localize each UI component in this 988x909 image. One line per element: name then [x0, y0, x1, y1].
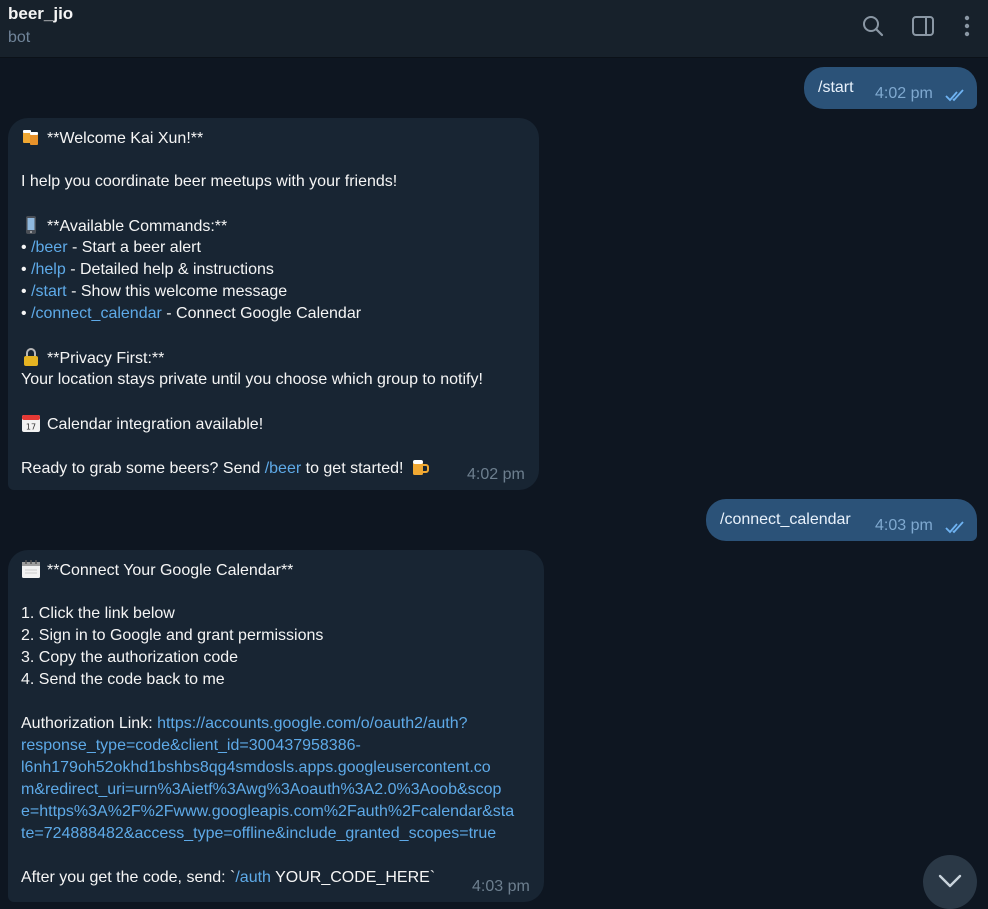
- command-link-beer[interactable]: /beer: [31, 239, 67, 256]
- calendar-text: Calendar integration available!: [47, 416, 264, 433]
- beer-mug-icon: [410, 457, 430, 477]
- step-1: 1. Click the link below: [21, 605, 175, 622]
- sidebar-toggle-icon[interactable]: [911, 14, 935, 38]
- auth-link[interactable]: https://accounts.google.com/o/oauth2/aut…: [157, 715, 467, 732]
- welcome-title: **Welcome Kai Xun!**: [47, 130, 204, 147]
- message-time: 4:02 pm: [467, 466, 525, 483]
- auth-link-line-6[interactable]: te=724888482&access_type=offline&include…: [21, 823, 496, 845]
- beers-icon: [21, 127, 41, 147]
- chevron-down-icon: [938, 874, 962, 888]
- message-time: 4:03 pm: [875, 517, 933, 534]
- message-text: /start: [818, 79, 854, 96]
- chat-subtitle: bot: [8, 29, 31, 46]
- message-time: 4:03 pm: [472, 878, 530, 895]
- outgoing-message-connect-calendar[interactable]: /connect_calendar 4:03 pm: [706, 499, 977, 541]
- command-link-connect-calendar[interactable]: /connect_calendar: [31, 305, 162, 322]
- auth-link-line-5[interactable]: e=https%3A%2F%2Fwww.googleapis.com%2Faut…: [21, 801, 514, 823]
- outgoing-message-start[interactable]: /start 4:02 pm: [804, 67, 977, 109]
- lock-icon: [21, 347, 41, 367]
- step-2: 2. Sign in to Google and grant permissio…: [21, 627, 324, 644]
- privacy-title: **Privacy First:**: [47, 350, 165, 367]
- step-3: 3. Copy the authorization code: [21, 649, 239, 666]
- auth-link-line-4[interactable]: m&redirect_uri=urn%3Aietf%3Awg%3Aoauth%3…: [21, 779, 501, 801]
- command-item-help: • /help - Detailed help & instructions: [21, 261, 274, 278]
- calendar-icon: 17: [21, 413, 41, 433]
- message-list[interactable]: /start 4:02 pm **Welcome Kai Xun!** I he…: [0, 59, 988, 902]
- command-link-start[interactable]: /start: [31, 283, 67, 300]
- command-item-connect-calendar: • /connect_calendar - Connect Google Cal…: [21, 305, 362, 322]
- cta-text: Ready to grab some beers? Send /beer to …: [21, 457, 436, 480]
- mobile-phone-icon: [21, 215, 41, 235]
- welcome-intro: I help you coordinate beer meetups with …: [21, 173, 398, 190]
- incoming-message-welcome[interactable]: **Welcome Kai Xun!** I help you coordina…: [8, 118, 539, 490]
- scroll-to-bottom-button[interactable]: [923, 855, 977, 909]
- command-link-auth[interactable]: /auth: [235, 869, 271, 886]
- command-link-beer-cta[interactable]: /beer: [265, 460, 301, 477]
- more-vertical-icon[interactable]: [955, 14, 979, 38]
- search-icon[interactable]: [861, 14, 885, 38]
- command-item-beer: • /beer - Start a beer alert: [21, 239, 201, 256]
- after-code-text: After you get the code, send: `/auth YOU…: [21, 869, 436, 886]
- command-item-start: • /start - Show this welcome message: [21, 283, 288, 300]
- svg-text:17: 17: [26, 423, 36, 432]
- message-text: /connect_calendar: [720, 511, 851, 528]
- commands-title: **Available Commands:**: [47, 218, 228, 235]
- read-receipt-icon: [945, 521, 964, 534]
- auth-label: Authorization Link:: [21, 715, 158, 732]
- read-receipt-icon: [945, 89, 964, 102]
- chat-title[interactable]: beer_jio: [8, 4, 73, 24]
- privacy-text: Your location stays private until you ch…: [21, 371, 483, 388]
- step-4: 4. Send the code back to me: [21, 671, 225, 688]
- connect-title: **Connect Your Google Calendar**: [47, 562, 294, 579]
- message-time: 4:02 pm: [875, 85, 933, 102]
- chat-header: beer_jio bot: [0, 0, 988, 58]
- auth-link-line-3[interactable]: l6nh179oh52okhd1bshbs8qg4smdosls.apps.go…: [21, 757, 491, 779]
- auth-link-line-2[interactable]: response_type=code&client_id=30043795838…: [21, 735, 361, 757]
- auth-link-line-1: Authorization Link: https://accounts.goo…: [21, 713, 468, 735]
- spiral-calendar-icon: [21, 559, 41, 579]
- incoming-message-connect-calendar[interactable]: **Connect Your Google Calendar** 1. Clic…: [8, 550, 544, 902]
- command-link-help[interactable]: /help: [31, 261, 66, 278]
